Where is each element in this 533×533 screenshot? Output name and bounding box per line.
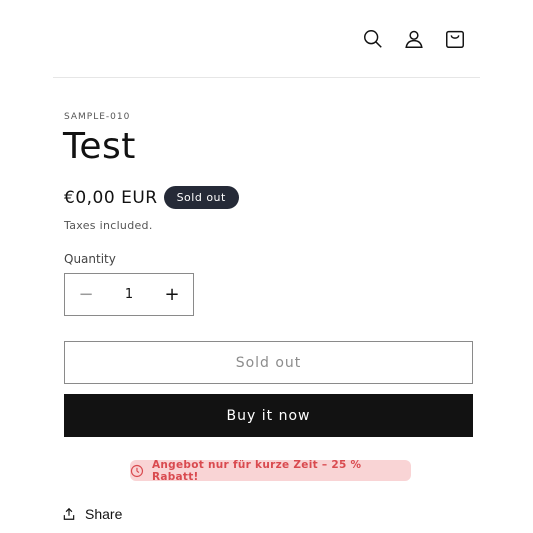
sold-out-badge: Sold out: [163, 186, 239, 209]
account-button[interactable]: [393, 22, 434, 56]
search-icon: [363, 30, 382, 48]
share-label: Share: [85, 506, 123, 522]
promo-text: Angebot nur für kurze Zeit – 25 % Rabatt…: [151, 458, 362, 483]
account-icon: [404, 30, 423, 48]
sold-out-button[interactable]: Sold out: [64, 341, 473, 384]
cart-button[interactable]: [434, 22, 475, 56]
quantity-input[interactable]: [107, 286, 151, 303]
taxes-note: Taxes included.: [64, 219, 153, 232]
header-divider: [53, 77, 480, 78]
product-title: Test: [63, 126, 136, 167]
quantity-stepper: − +: [64, 273, 194, 316]
search-button[interactable]: [352, 22, 393, 56]
price-row: €0,00 EUR Sold out: [64, 186, 239, 209]
promo-banner: Angebot nur für kurze Zeit – 25 % Rabatt…: [130, 458, 411, 483]
quantity-label: Quantity: [64, 252, 116, 266]
product-price: €0,00 EUR: [64, 187, 158, 208]
quantity-decrease-button[interactable]: −: [65, 274, 107, 315]
cart-icon: [445, 30, 464, 48]
quantity-increase-button[interactable]: +: [151, 274, 193, 315]
share-icon: [63, 507, 75, 520]
product-sku: SAMPLE-010: [64, 112, 131, 122]
buy-it-now-button[interactable]: Buy it now: [64, 394, 473, 437]
clock-icon: [130, 464, 144, 477]
share-button[interactable]: Share: [62, 506, 122, 522]
header-icons: [352, 22, 475, 56]
